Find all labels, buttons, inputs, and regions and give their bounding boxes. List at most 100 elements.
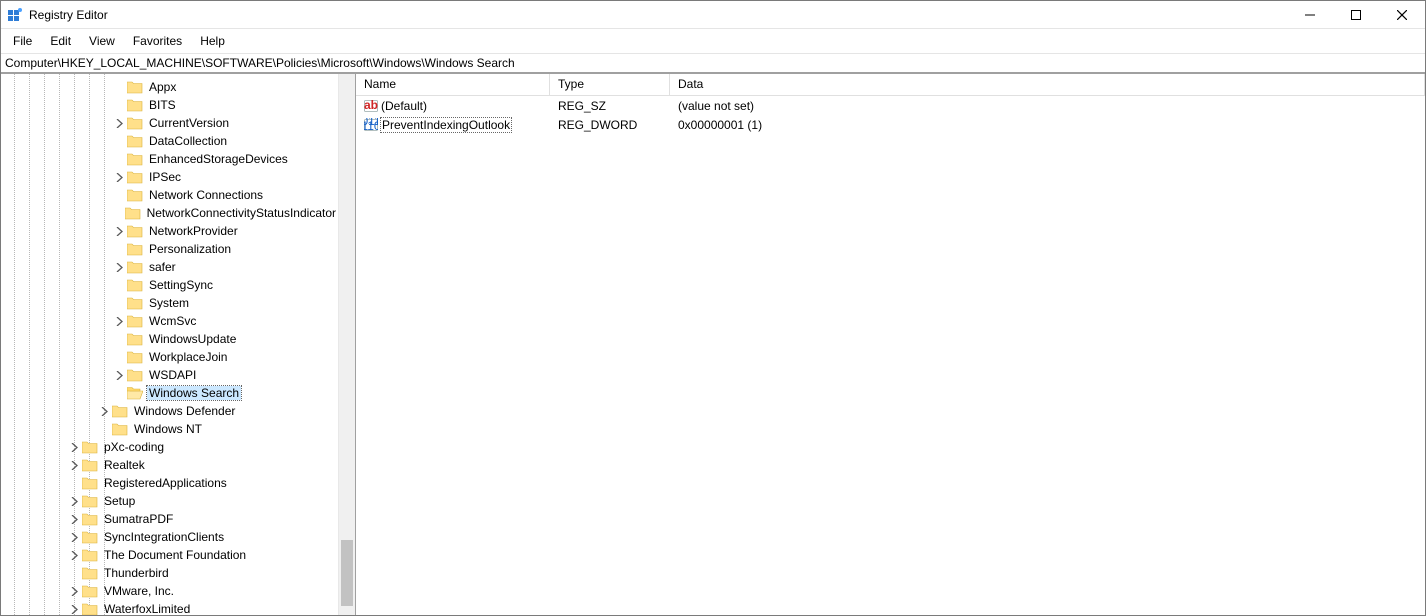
tree-item[interactable]: WcmSvc bbox=[1, 312, 338, 330]
registry-editor-icon bbox=[7, 7, 23, 23]
chevron-right-icon bbox=[67, 566, 81, 580]
column-header-type[interactable]: Type bbox=[550, 74, 670, 95]
folder-icon bbox=[82, 548, 98, 562]
tree-item[interactable]: DataCollection bbox=[1, 132, 338, 150]
tree-item[interactable]: safer bbox=[1, 258, 338, 276]
tree-item[interactable]: Thunderbird bbox=[1, 564, 338, 582]
tree-item-label: RegisteredApplications bbox=[102, 476, 229, 490]
column-header-name[interactable]: Name bbox=[356, 74, 550, 95]
tree-item[interactable]: EnhancedStorageDevices bbox=[1, 150, 338, 168]
tree-item[interactable]: Appx bbox=[1, 78, 338, 96]
tree-item[interactable]: CurrentVersion bbox=[1, 114, 338, 132]
folder-icon bbox=[127, 224, 143, 238]
tree-item[interactable]: SyncIntegrationClients bbox=[1, 528, 338, 546]
tree-item[interactable]: BITS bbox=[1, 96, 338, 114]
tree-item-label: SettingSync bbox=[147, 278, 215, 292]
tree-item[interactable]: The Document Foundation bbox=[1, 546, 338, 564]
tree-item[interactable]: IPSec bbox=[1, 168, 338, 186]
tree-item-label: SyncIntegrationClients bbox=[102, 530, 226, 544]
chevron-right-icon bbox=[112, 242, 126, 256]
tree-scrollbar[interactable] bbox=[338, 74, 355, 615]
tree-item[interactable]: NetworkProvider bbox=[1, 222, 338, 240]
chevron-right-icon[interactable] bbox=[67, 494, 81, 508]
tree-item[interactable]: Network Connections bbox=[1, 186, 338, 204]
registry-tree[interactable]: AppxBITSCurrentVersion DataCollection Enha… bbox=[1, 74, 338, 615]
value-row[interactable]: ab(Default)REG_SZ(value not set) bbox=[356, 96, 1425, 115]
chevron-right-icon[interactable] bbox=[112, 260, 126, 274]
address-bar[interactable]: Computer\HKEY_LOCAL_MACHINE\SOFTWARE\Pol… bbox=[1, 53, 1425, 73]
folder-icon bbox=[127, 332, 143, 346]
tree-item-label: DataCollection bbox=[147, 134, 229, 148]
tree-item[interactable]: pXc-coding bbox=[1, 438, 338, 456]
chevron-right-icon[interactable] bbox=[67, 458, 81, 472]
value-row[interactable]: 011110PreventIndexingOutlookREG_DWORD0x0… bbox=[356, 115, 1425, 134]
chevron-right-icon[interactable] bbox=[112, 224, 126, 238]
chevron-right-icon bbox=[97, 422, 111, 436]
registry-editor-window: Registry Editor File Edit View Favorites… bbox=[0, 0, 1426, 616]
tree-item[interactable]: WSDAPI bbox=[1, 366, 338, 384]
tree-item[interactable]: WorkplaceJoin bbox=[1, 348, 338, 366]
tree-item[interactable]: SumatraPDF bbox=[1, 510, 338, 528]
value-type: REG_SZ bbox=[550, 99, 670, 113]
tree-item[interactable]: Realtek bbox=[1, 456, 338, 474]
chevron-right-icon[interactable] bbox=[67, 584, 81, 598]
chevron-right-icon bbox=[110, 206, 124, 220]
close-button[interactable] bbox=[1379, 1, 1425, 29]
chevron-right-icon[interactable] bbox=[67, 548, 81, 562]
maximize-button[interactable] bbox=[1333, 1, 1379, 29]
folder-icon bbox=[127, 170, 143, 184]
menubar: File Edit View Favorites Help bbox=[1, 29, 1425, 53]
menu-favorites[interactable]: Favorites bbox=[124, 31, 191, 51]
reg-binary-icon: 011110 bbox=[364, 118, 378, 132]
chevron-right-icon[interactable] bbox=[112, 368, 126, 382]
menu-help[interactable]: Help bbox=[191, 31, 234, 51]
chevron-right-icon[interactable] bbox=[112, 116, 126, 130]
tree-item-label: Network Connections bbox=[147, 188, 265, 202]
minimize-button[interactable] bbox=[1287, 1, 1333, 29]
chevron-right-icon[interactable] bbox=[97, 404, 111, 418]
column-header-data[interactable]: Data bbox=[670, 74, 1425, 95]
tree-item-label: Personalization bbox=[147, 242, 233, 256]
scrollbar-thumb[interactable] bbox=[341, 540, 353, 606]
tree-item[interactable]: Windows Defender bbox=[1, 402, 338, 420]
value-data: 0x00000001 (1) bbox=[670, 118, 1425, 132]
chevron-right-icon[interactable] bbox=[67, 530, 81, 544]
chevron-right-icon bbox=[67, 476, 81, 490]
tree-item[interactable]: SettingSync bbox=[1, 276, 338, 294]
tree-item[interactable]: Windows NT bbox=[1, 420, 338, 438]
tree-item[interactable]: Personalization bbox=[1, 240, 338, 258]
folder-icon bbox=[127, 98, 143, 112]
tree-item[interactable]: System bbox=[1, 294, 338, 312]
tree-item[interactable]: RegisteredApplications bbox=[1, 474, 338, 492]
folder-icon bbox=[127, 188, 143, 202]
tree-item[interactable]: VMware, Inc. bbox=[1, 582, 338, 600]
tree-item-label: WSDAPI bbox=[147, 368, 198, 382]
menu-edit[interactable]: Edit bbox=[41, 31, 80, 51]
tree-item-label: NetworkProvider bbox=[147, 224, 240, 238]
folder-icon bbox=[127, 386, 143, 400]
chevron-right-icon[interactable] bbox=[67, 512, 81, 526]
folder-icon bbox=[127, 278, 143, 292]
tree-item-label: EnhancedStorageDevices bbox=[147, 152, 290, 166]
tree-item[interactable]: Setup bbox=[1, 492, 338, 510]
menu-view[interactable]: View bbox=[80, 31, 124, 51]
chevron-right-icon[interactable] bbox=[112, 170, 126, 184]
chevron-right-icon bbox=[112, 278, 126, 292]
reg-string-icon: ab bbox=[364, 99, 378, 113]
folder-icon bbox=[127, 350, 143, 364]
chevron-right-icon bbox=[112, 350, 126, 364]
tree-item[interactable]: Windows Search bbox=[1, 384, 338, 402]
value-list[interactable]: ab(Default)REG_SZ(value not set)011110Pr… bbox=[356, 96, 1425, 615]
tree-item[interactable]: WaterfoxLimited bbox=[1, 600, 338, 615]
value-data: (value not set) bbox=[670, 99, 1425, 113]
chevron-right-icon[interactable] bbox=[67, 440, 81, 454]
chevron-right-icon[interactable] bbox=[112, 314, 126, 328]
folder-icon bbox=[127, 242, 143, 256]
tree-item-label: SumatraPDF bbox=[102, 512, 175, 526]
folder-icon bbox=[127, 134, 143, 148]
menu-file[interactable]: File bbox=[4, 31, 41, 51]
chevron-right-icon[interactable] bbox=[67, 602, 81, 615]
tree-item[interactable]: WindowsUpdate bbox=[1, 330, 338, 348]
tree-item[interactable]: NetworkConnectivityStatusIndicator bbox=[1, 204, 338, 222]
folder-icon bbox=[127, 260, 143, 274]
